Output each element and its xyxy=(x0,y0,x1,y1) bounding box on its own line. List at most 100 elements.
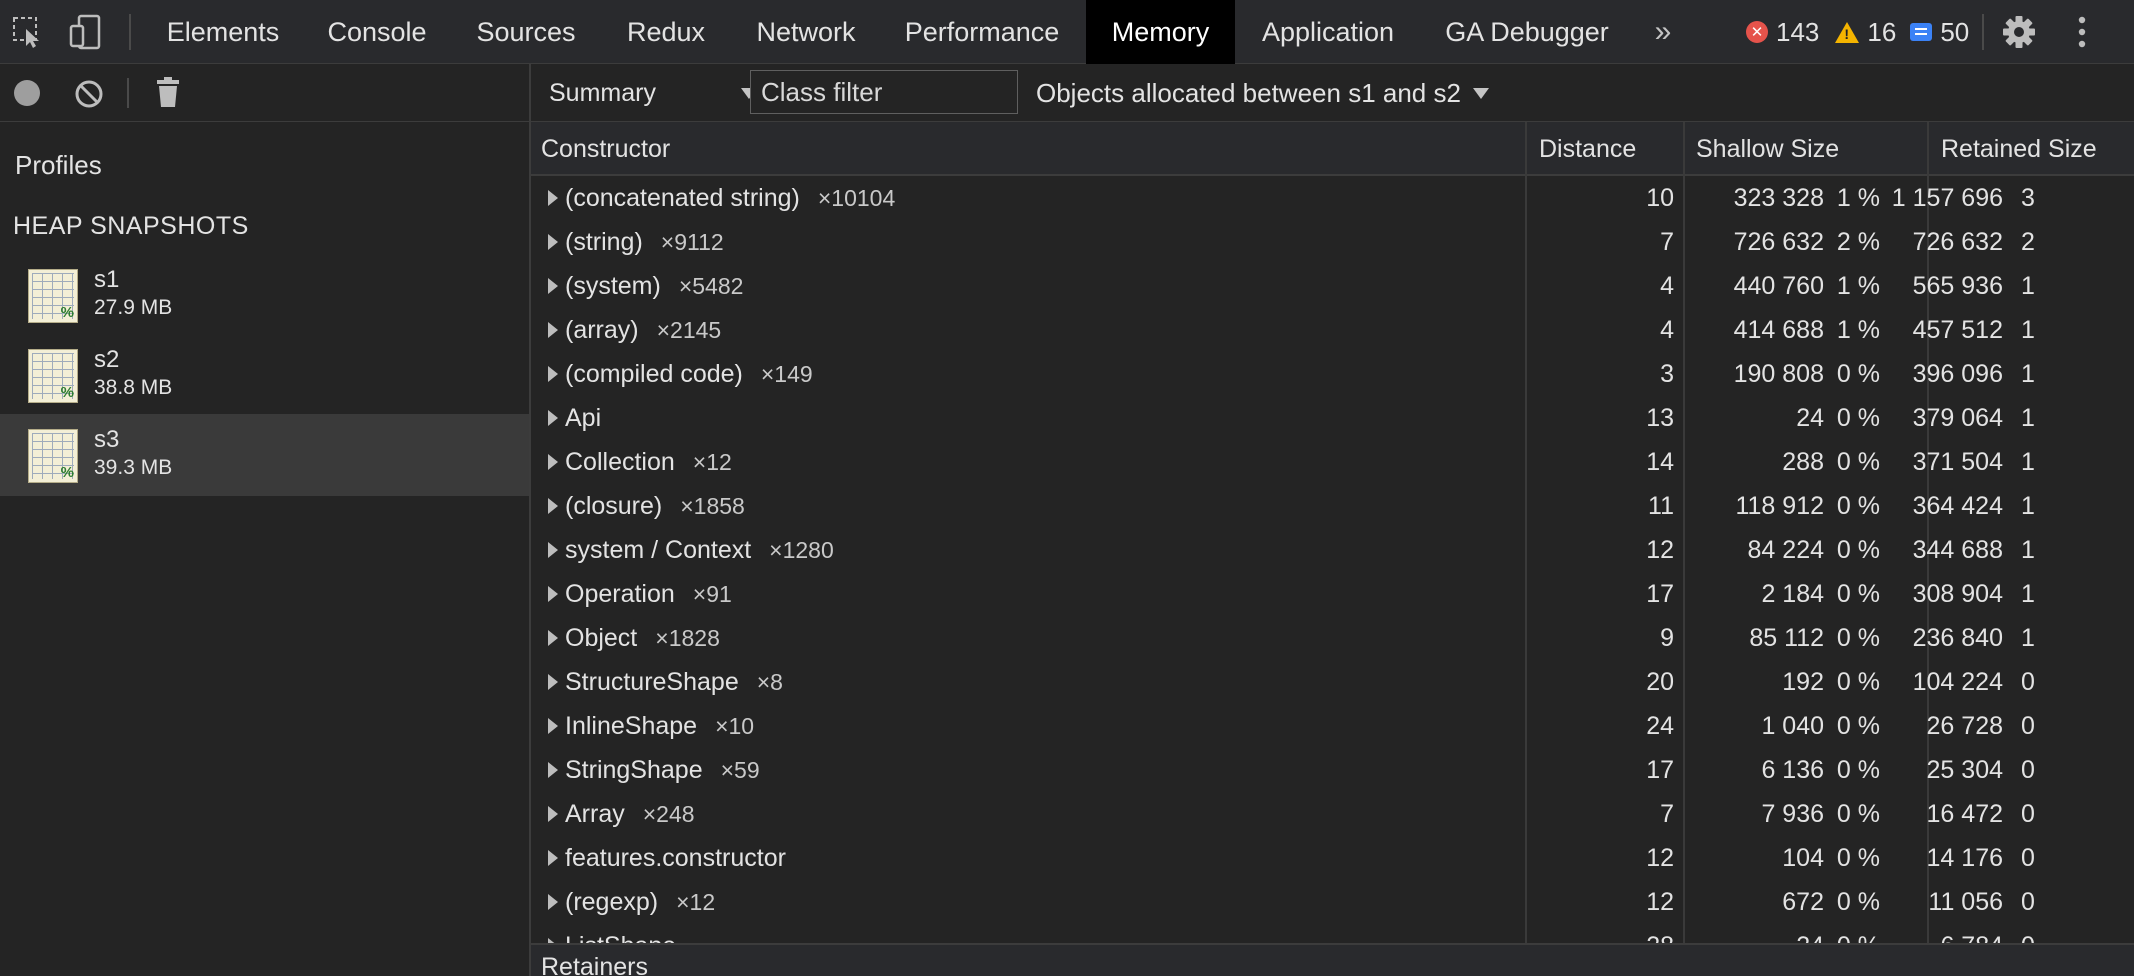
objects-range-select[interactable]: Objects allocated between s1 and s2 xyxy=(1036,75,1489,111)
table-row[interactable]: features.constructor 12 104 0 % 14 176 0 xyxy=(531,836,2134,880)
constructor-name: (concatenated string) ×10104 xyxy=(565,184,895,213)
retained-size-cell: 364 424 xyxy=(1912,492,2003,520)
retained-size-cell: 344 688 xyxy=(1912,536,2003,564)
trash-icon[interactable] xyxy=(155,76,181,113)
tab-performance[interactable]: Performance xyxy=(892,0,1072,64)
table-row[interactable]: (closure) ×1858 11 118 912 0 % 364 424 1 xyxy=(531,484,2134,528)
expand-triangle-icon[interactable] xyxy=(548,630,558,646)
view-select[interactable]: Summary xyxy=(549,75,759,111)
device-toolbar-icon[interactable] xyxy=(66,12,106,52)
clear-all-icon[interactable] xyxy=(74,79,104,114)
shallow-size-percent: 1 % xyxy=(1836,316,1880,344)
expand-triangle-icon[interactable] xyxy=(548,454,558,470)
distance-cell: 20 xyxy=(1646,668,1674,696)
record-icon[interactable] xyxy=(14,80,40,106)
snapshot-item-s3[interactable]: % s3 39.3 MB xyxy=(0,414,529,496)
retained-size-cell: 308 904 xyxy=(1912,580,2003,608)
shallow-size-percent: 0 % xyxy=(1836,536,1880,564)
more-tabs-icon[interactable]: » xyxy=(1646,0,1680,64)
expand-triangle-icon[interactable] xyxy=(548,366,558,382)
expand-triangle-icon[interactable] xyxy=(548,498,558,514)
snapshot-icon: % xyxy=(28,269,78,323)
expand-triangle-icon[interactable] xyxy=(548,586,558,602)
instance-count: ×2145 xyxy=(656,317,722,343)
table-row[interactable]: (regexp) ×12 12 672 0 % 11 056 0 xyxy=(531,880,2134,924)
gear-icon[interactable] xyxy=(1999,12,2039,52)
expand-triangle-icon[interactable] xyxy=(548,674,558,690)
retainers-panel-header[interactable]: Retainers xyxy=(531,943,2134,976)
table-row[interactable]: StringShape ×59 17 6 136 0 % 25 304 0 xyxy=(531,748,2134,792)
shallow-size-percent: 1 % xyxy=(1836,184,1880,212)
snapshot-size: 27.9 MB xyxy=(94,296,173,319)
expand-triangle-icon[interactable] xyxy=(548,278,558,294)
column-header-constructor[interactable]: Constructor xyxy=(531,122,1521,176)
tab-ga-debugger[interactable]: GA Debugger xyxy=(1434,0,1620,64)
table-row[interactable]: (string) ×9112 7 726 632 2 % 726 632 2 xyxy=(531,220,2134,264)
shallow-size-percent: 0 % xyxy=(1836,404,1880,432)
shallow-size-cell: 24 xyxy=(1796,404,1824,432)
snapshot-size: 38.8 MB xyxy=(94,376,173,399)
table-row[interactable]: InlineShape ×10 24 1 040 0 % 26 728 0 xyxy=(531,704,2134,748)
snapshot-icon: % xyxy=(28,349,78,403)
expand-triangle-icon[interactable] xyxy=(548,542,558,558)
retained-size-cell: 379 064 xyxy=(1912,404,2003,432)
expand-triangle-icon[interactable] xyxy=(548,410,558,426)
constructor-name: Operation ×91 xyxy=(565,580,732,609)
retained-size-percent: 1 xyxy=(2021,492,2035,520)
table-row[interactable]: (concatenated string) ×10104 10 323 328 1 % 1… xyxy=(531,176,2134,220)
constructor-label: StructureShape xyxy=(565,668,739,696)
expand-triangle-icon[interactable] xyxy=(548,850,558,866)
shallow-size-cell: 2 184 xyxy=(1761,580,1824,608)
expand-triangle-icon[interactable] xyxy=(548,718,558,734)
table-row[interactable]: ListShape 28 24 0 % 6 784 0 xyxy=(531,924,2134,943)
expand-triangle-icon[interactable] xyxy=(548,762,558,778)
distance-cell: 12 xyxy=(1646,888,1674,916)
tab-application[interactable]: Application xyxy=(1250,0,1406,64)
expand-triangle-icon[interactable] xyxy=(548,190,558,206)
issues-counter[interactable]: ✕ 143 ! 16 50 xyxy=(1746,0,1969,64)
column-header-retained-size[interactable]: Retained Size xyxy=(1931,122,2134,176)
expand-triangle-icon[interactable] xyxy=(548,234,558,250)
tab-network[interactable]: Network xyxy=(738,0,874,64)
more-options-icon[interactable] xyxy=(2062,12,2102,52)
inspect-element-icon[interactable] xyxy=(8,12,48,52)
expand-triangle-icon[interactable] xyxy=(548,894,558,910)
retained-size-percent: 0 xyxy=(2021,712,2035,740)
distance-cell: 17 xyxy=(1646,756,1674,784)
shallow-size-percent: 0 % xyxy=(1836,888,1880,916)
tab-console[interactable]: Console xyxy=(312,0,442,64)
retained-size-cell: 11 056 xyxy=(1928,888,2003,916)
table-row[interactable]: Collection ×12 14 288 0 % 371 504 1 xyxy=(531,440,2134,484)
constructor-name: (compiled code) ×149 xyxy=(565,360,813,389)
constructor-label: (string) xyxy=(565,228,643,256)
instance-count: ×1828 xyxy=(655,625,720,651)
class-filter-input[interactable] xyxy=(750,70,1018,114)
shallow-size-cell: 6 136 xyxy=(1761,756,1824,784)
snapshot-item-s2[interactable]: % s2 38.8 MB xyxy=(0,334,529,416)
table-row[interactable]: Operation ×91 17 2 184 0 % 308 904 1 xyxy=(531,572,2134,616)
tab-memory[interactable]: Memory xyxy=(1086,0,1235,64)
snapshot-item-s1[interactable]: % s1 27.9 MB xyxy=(0,254,529,336)
tab-sources[interactable]: Sources xyxy=(458,0,594,64)
retained-size-percent: 1 xyxy=(2021,272,2035,300)
tab-redux[interactable]: Redux xyxy=(612,0,720,64)
retained-size-cell: 104 224 xyxy=(1912,668,2003,696)
chevron-down-icon xyxy=(1472,87,1489,99)
expand-triangle-icon[interactable] xyxy=(548,322,558,338)
table-row[interactable]: Object ×1828 9 85 112 0 % 236 840 1 xyxy=(531,616,2134,660)
table-row[interactable]: StructureShape ×8 20 192 0 % 104 224 0 xyxy=(531,660,2134,704)
table-row[interactable]: Array ×248 7 7 936 0 % 16 472 0 xyxy=(531,792,2134,836)
table-row[interactable]: (array) ×2145 4 414 688 1 % 457 512 1 xyxy=(531,308,2134,352)
column-header-shallow-size[interactable]: Shallow Size xyxy=(1686,122,1926,176)
retained-size-cell: 236 840 xyxy=(1912,624,2003,652)
shallow-size-cell: 118 912 xyxy=(1735,492,1824,520)
constructor-name: system / Context ×1280 xyxy=(565,536,834,565)
table-row[interactable]: system / Context ×1280 12 84 224 0 % 344 688 1 xyxy=(531,528,2134,572)
table-row[interactable]: (compiled code) ×149 3 190 808 0 % 396 096 1 xyxy=(531,352,2134,396)
table-row[interactable]: (system) ×5482 4 440 760 1 % 565 936 1 xyxy=(531,264,2134,308)
column-header-distance[interactable]: Distance xyxy=(1529,122,1684,176)
expand-triangle-icon[interactable] xyxy=(548,806,558,822)
table-row[interactable]: Api 13 24 0 % 379 064 1 xyxy=(531,396,2134,440)
tab-elements[interactable]: Elements xyxy=(145,0,301,64)
retained-size-percent: 1 xyxy=(2021,360,2035,388)
